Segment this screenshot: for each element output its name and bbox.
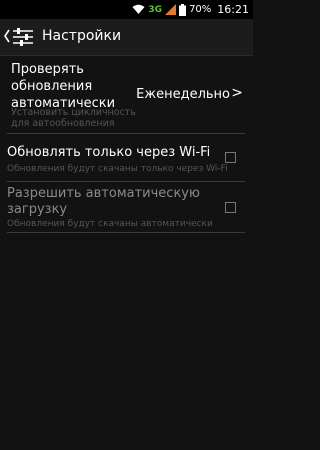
- settings-sliders-icon[interactable]: [12, 27, 34, 47]
- auto-download-title: Разрешить автоматическую загрузку: [7, 186, 200, 217]
- battery-icon: [179, 3, 187, 16]
- check-update-title: Проверять обновления автоматически: [11, 62, 116, 111]
- status-icons: 3G 70% 16:21: [132, 1, 249, 18]
- network-type: 3G: [148, 4, 163, 15]
- wifi-icon: [132, 4, 145, 14]
- auto-download-summary: Обновления будут скачаны автоматически: [7, 219, 213, 229]
- wifi-only-checkbox[interactable]: [225, 152, 236, 163]
- clock: 16:21: [217, 3, 249, 16]
- check-update-summary: Установить цикличность для автообновлени…: [11, 107, 136, 129]
- signal-icon: [165, 4, 177, 15]
- wifi-only-summary: Обновления будут скачаны только через Wi…: [7, 164, 228, 174]
- wifi-only-title: Обновлять только через Wi-Fi: [7, 145, 211, 160]
- back-chevron-icon[interactable]: [3, 28, 11, 44]
- check-update-preference[interactable]: Проверять обновления автоматически Устан…: [0, 56, 253, 131]
- page-title: Настройки: [42, 28, 122, 44]
- battery-percent: 70%: [189, 4, 212, 15]
- divider: [7, 181, 245, 182]
- check-update-value: Еженедельно: [136, 87, 230, 102]
- divider: [7, 232, 245, 233]
- chevron-right-icon: >: [231, 85, 243, 101]
- status-bar: 3G 70% 16:21: [0, 0, 253, 19]
- auto-download-checkbox[interactable]: [225, 202, 236, 213]
- action-bar: Настройки: [0, 19, 253, 56]
- divider: [7, 133, 245, 134]
